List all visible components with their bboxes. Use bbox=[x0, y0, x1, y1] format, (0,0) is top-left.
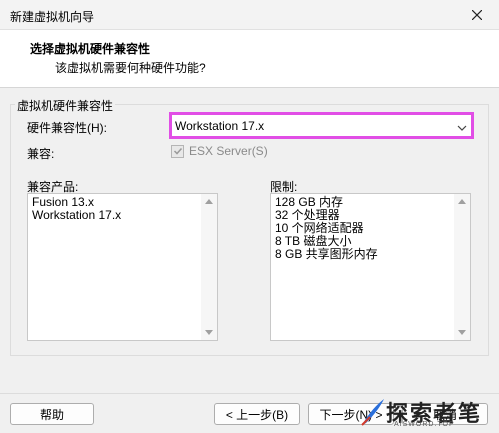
hardware-compat-value: Workstation 17.x bbox=[175, 119, 265, 133]
page-subtitle: 该虚拟机需要何种硬件功能? bbox=[55, 61, 206, 75]
checkbox-box bbox=[171, 144, 184, 158]
checkmark-icon bbox=[173, 147, 182, 155]
title-bar: 新建虚拟机向导 bbox=[0, 0, 499, 30]
compat-label: 兼容: bbox=[27, 147, 55, 161]
esx-server-checkbox[interactable]: ESX Server(S) bbox=[171, 144, 268, 158]
close-icon bbox=[472, 10, 482, 20]
limits-list[interactable]: 128 GB 内存 32 个处理器 10 个网络适配器 8 TB 磁盘大小 8 … bbox=[270, 193, 471, 341]
group-legend: 虚拟机硬件兼容性 bbox=[15, 97, 116, 114]
watermark-logo: 探索者笔 AISWORD.TOP bbox=[358, 393, 493, 431]
scroll-down-icon[interactable] bbox=[201, 326, 217, 340]
scroll-up-icon[interactable] bbox=[201, 194, 217, 208]
hardware-compat-select[interactable]: Workstation 17.x bbox=[169, 112, 474, 139]
list-item: 8 GB 共享图形内存 bbox=[275, 247, 378, 261]
watermark-subtext: AISWORD.TOP bbox=[394, 421, 455, 428]
esx-server-label: ESX Server(S) bbox=[189, 144, 268, 158]
feather-pen-icon bbox=[361, 399, 384, 426]
chevron-down-icon bbox=[457, 121, 467, 135]
products-list[interactable]: Fusion 13.x Workstation 17.x bbox=[27, 193, 218, 341]
window-title: 新建虚拟机向导 bbox=[10, 10, 95, 24]
limits-scrollbar[interactable] bbox=[454, 194, 470, 340]
wizard-header: 选择虚拟机硬件兼容性 该虚拟机需要何种硬件功能? bbox=[0, 30, 499, 88]
products-scrollbar[interactable] bbox=[201, 194, 217, 340]
list-item: Workstation 17.x bbox=[32, 208, 122, 222]
help-button[interactable]: 帮助 bbox=[10, 403, 94, 425]
close-button[interactable] bbox=[455, 0, 499, 30]
hardware-compat-label: 硬件兼容性(H): bbox=[27, 121, 107, 135]
scroll-up-icon[interactable] bbox=[454, 194, 470, 208]
scroll-down-icon[interactable] bbox=[454, 326, 470, 340]
back-button[interactable]: < 上一步(B) bbox=[214, 403, 300, 425]
page-title: 选择虚拟机硬件兼容性 bbox=[30, 42, 151, 56]
